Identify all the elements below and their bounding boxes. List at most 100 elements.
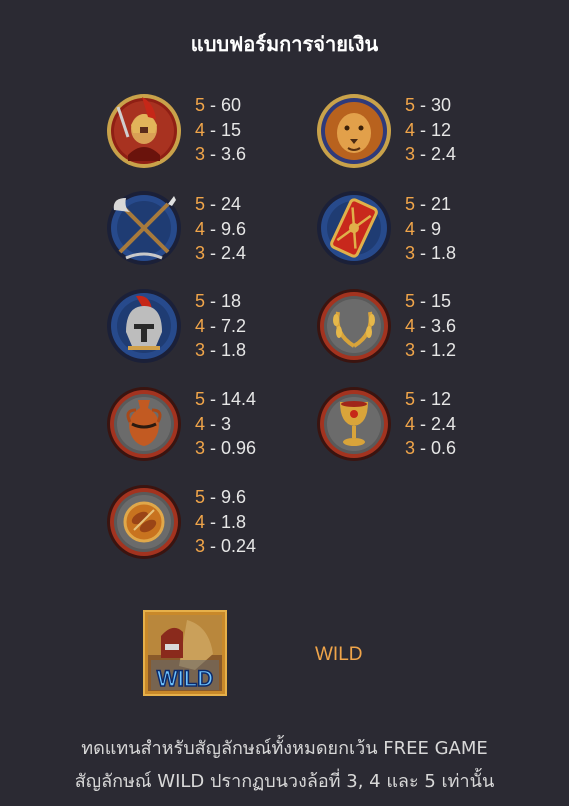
pay-row: 5 - 12 [405, 389, 452, 409]
pay-value: 3.6 [431, 315, 457, 336]
pay-row: 3 - 0.24 [195, 536, 257, 556]
pay-row: 3 - 2.4 [195, 243, 247, 263]
pay-list: 5 - 18 4 - 7.2 3 - 1.8 [195, 289, 246, 363]
pay-value: 60 [221, 95, 242, 115]
pay-count: 5 [405, 194, 416, 214]
description-line: ทดแทนสำหรับสัญลักษณ์ทั้งหมดยกเว้น FREE G… [81, 738, 488, 759]
pay-row: 3 - 2.4 [405, 144, 457, 164]
pay-row: 3 - 1.8 [405, 243, 457, 263]
pay-value: 2.4 [431, 144, 457, 164]
pay-count: 5 [405, 95, 416, 115]
gladiator-helmet-icon [106, 288, 182, 364]
pay-count: 4 [405, 218, 416, 239]
pay-value: 1.2 [431, 340, 457, 360]
pay-value: 0.6 [431, 438, 457, 458]
wild-description: ทดแทนสำหรับสัญลักษณ์ทั้งหมดยกเว้น FREE G… [0, 732, 569, 798]
pay-count: 3 [405, 340, 416, 360]
pay-value: 12 [431, 389, 452, 409]
pay-row: 4 - 15 [195, 119, 242, 140]
pay-row: 3 - 0.96 [195, 438, 257, 458]
pay-list: 5 - 9.6 4 - 1.8 3 - 0.24 [195, 485, 256, 559]
pay-row: 5 - 24 [195, 194, 242, 214]
laurel-wreath-icon [316, 288, 392, 364]
pay-list: 5 - 15 4 - 3.6 3 - 1.2 [405, 289, 456, 363]
pay-value: 15 [221, 119, 242, 140]
pay-value: 7.2 [221, 315, 247, 336]
wild-gladiator-icon: WILD [143, 610, 227, 696]
crossed-axe-spear-icon [106, 190, 182, 266]
goblet-icon [316, 386, 392, 462]
pay-row: 3 - 3.6 [195, 144, 247, 164]
pay-value: 3.6 [221, 144, 247, 164]
wild-label: WILD [315, 644, 363, 665]
pay-row: 4 - 9 [405, 218, 442, 239]
pay-value: 0.24 [221, 536, 257, 556]
pay-count: 4 [405, 119, 416, 140]
pay-row: 3 - 1.8 [195, 340, 247, 360]
pay-count: 3 [195, 144, 206, 164]
pay-count: 4 [405, 413, 416, 434]
pay-row: 4 - 1.8 [195, 511, 247, 532]
pay-count: 4 [195, 315, 206, 336]
pay-count: 4 [195, 413, 206, 434]
pay-value: 15 [431, 291, 452, 311]
pay-list: 5 - 30 4 - 12 3 - 2.4 [405, 93, 456, 167]
spartan-warrior-icon [106, 93, 182, 169]
pay-count: 5 [405, 389, 416, 409]
pay-row: 4 - 3 [195, 413, 232, 434]
pay-value: 3 [221, 413, 232, 434]
lion-icon [316, 93, 392, 169]
pay-list: 5 - 12 4 - 2.4 3 - 0.6 [405, 387, 456, 461]
pay-row: 4 - 9.6 [195, 218, 247, 239]
roman-shield-icon [316, 190, 392, 266]
pay-value: 21 [431, 194, 452, 214]
pay-value: 18 [221, 291, 242, 311]
pay-value: 2.4 [221, 243, 247, 263]
amphora-vase-icon [106, 386, 182, 462]
pay-value: 9.6 [221, 218, 247, 239]
pay-value: 12 [431, 119, 452, 140]
pay-value: 1.8 [221, 511, 247, 532]
pay-count: 3 [195, 438, 206, 458]
pay-row: 4 - 7.2 [195, 315, 247, 336]
pay-count: 4 [195, 119, 206, 140]
pay-value: 30 [431, 95, 452, 115]
pay-value: 0.96 [221, 438, 257, 458]
pay-count: 5 [405, 291, 416, 311]
pay-row: 4 - 12 [405, 119, 452, 140]
pay-list: 5 - 21 4 - 9 3 - 1.8 [405, 192, 456, 266]
description-line: สัญลักษณ์ WILD ปรากฏบนวงล้อที่ 3, 4 และ … [74, 771, 495, 792]
pay-row: 5 - 30 [405, 95, 452, 115]
pay-value: 1.8 [221, 340, 247, 360]
pay-count: 4 [195, 218, 206, 239]
pay-value: 1.8 [431, 243, 457, 263]
wild-badge-text: WILD [157, 666, 213, 691]
pay-row: 5 - 14.4 [195, 389, 257, 409]
pay-count: 5 [195, 291, 206, 311]
roasted-meat-plate-icon [106, 484, 182, 560]
pay-value: 2.4 [431, 413, 457, 434]
pay-list: 5 - 60 4 - 15 3 - 3.6 [195, 93, 246, 167]
pay-count: 3 [195, 340, 206, 360]
pay-value: 9.6 [221, 487, 247, 507]
pay-list: 5 - 24 4 - 9.6 3 - 2.4 [195, 192, 246, 266]
pay-list: 5 - 14.4 4 - 3 3 - 0.96 [195, 387, 256, 461]
paytable-title: แบบฟอร์มการจ่ายเงิน [190, 32, 379, 56]
pay-row: 4 - 2.4 [405, 413, 457, 434]
pay-count: 4 [405, 315, 416, 336]
pay-row: 3 - 0.6 [405, 438, 457, 458]
pay-count: 3 [195, 243, 206, 263]
pay-count: 5 [195, 95, 206, 115]
pay-count: 5 [195, 487, 206, 507]
pay-count: 4 [195, 511, 206, 532]
pay-row: 5 - 60 [195, 95, 242, 115]
pay-row: 5 - 18 [195, 291, 242, 311]
pay-row: 5 - 15 [405, 291, 452, 311]
pay-value: 14.4 [221, 389, 257, 409]
pay-row: 5 - 9.6 [195, 487, 247, 507]
pay-row: 5 - 21 [405, 194, 452, 214]
pay-count: 3 [405, 243, 416, 263]
pay-value: 9 [431, 218, 442, 239]
pay-count: 3 [405, 144, 416, 164]
pay-count: 3 [195, 536, 206, 556]
